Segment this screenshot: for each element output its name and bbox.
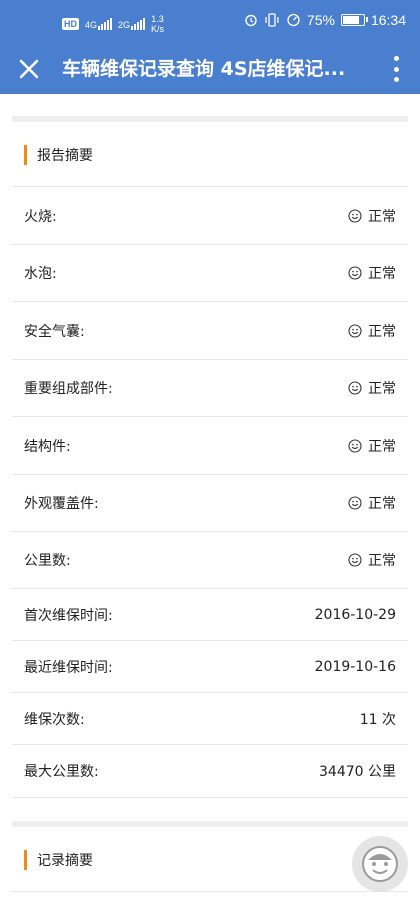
summary-value: 正常 <box>348 321 396 341</box>
app-bar: 车辆维保记录查询 4S店维保记... <box>0 44 420 94</box>
summary-label: 外观覆盖件: <box>24 496 99 512</box>
summary-row: 结构件: 正常 <box>12 417 408 475</box>
summary-row: 安全气囊: 正常 <box>12 302 408 360</box>
summary-value: 2019-10-16 <box>315 659 396 675</box>
vibrate-icon <box>265 13 279 27</box>
smile-icon <box>348 266 362 280</box>
hd-badge: HD <box>62 18 79 30</box>
summary-value-text: 2019-10-16 <box>314 658 396 675</box>
summary-value-text: 正常 <box>368 381 396 397</box>
summary-value-text: 正常 <box>368 496 396 512</box>
signal-bars-icon <box>131 18 146 30</box>
summary-label: 最近维保时间: <box>24 659 113 676</box>
summary-value-text: 正常 <box>368 438 396 455</box>
summary-value-text: 正常 <box>368 266 396 282</box>
smile-icon <box>348 323 362 338</box>
signal-2g-label: 2G <box>118 20 131 30</box>
summary-row: 最大公里数: 34470 公里 <box>12 745 408 798</box>
section-accent-bar <box>24 850 27 870</box>
section-accent-bar <box>24 145 27 165</box>
data-saver-icon <box>287 13 300 27</box>
smile-icon <box>348 553 362 567</box>
report-content[interactable]: 报告摘要 火烧: 正常 水泡: 正常 安全气囊: 正常 重要组成部件: 正常 结构件: 正常 外观覆… <box>0 94 420 898</box>
summary-label: 安全气囊: <box>24 323 85 340</box>
summary-row: 首次维保时间: 2016-10-29 <box>12 589 408 641</box>
summary-label: 火烧: <box>24 208 57 225</box>
summary-value-text: 正常 <box>368 553 396 569</box>
summary-value: 11 次 <box>360 709 396 729</box>
assistant-face-icon <box>362 846 398 882</box>
summary-row: 水泡: 正常 <box>12 245 408 302</box>
summary-row: 公里数: 正常 <box>12 532 408 589</box>
more-menu-button[interactable] <box>392 56 400 82</box>
summary-value-text: 11 次 <box>359 711 396 728</box>
page-title: 车辆维保记录查询 4S店维保记... <box>62 58 346 80</box>
status-bar: HD 4G 2G 1.3 K/s 75% 16:34 <box>0 0 420 44</box>
status-left: HD 4G 2G 1.3 K/s <box>62 14 164 34</box>
summary-row: 维保次数: 11 次 <box>12 693 408 745</box>
summary-value: 正常 <box>348 378 396 398</box>
summary-row: 火烧: 正常 <box>12 187 408 245</box>
battery-percent: 75% <box>306 12 335 28</box>
summary-value: 2016-10-29 <box>315 607 396 623</box>
section-title: 记录摘要 <box>37 853 93 869</box>
section-divider <box>12 821 408 827</box>
smile-icon <box>348 438 362 453</box>
summary-value-text: 34470 公里 <box>319 764 396 780</box>
summary-label: 水泡: <box>24 266 57 282</box>
signal-bars-icon <box>98 18 113 30</box>
summary-value-text: 2016-10-29 <box>314 606 396 623</box>
assistant-floating-button[interactable] <box>352 836 408 892</box>
summary-value: 正常 <box>348 550 396 570</box>
smile-icon <box>348 381 362 395</box>
smile-icon <box>348 496 362 510</box>
smile-icon <box>348 208 362 223</box>
signal-4g-label: 4G <box>85 20 98 30</box>
summary-label: 首次维保时间: <box>24 607 113 624</box>
battery-icon <box>340 14 368 26</box>
section-title: 报告摘要 <box>37 148 93 164</box>
summary-value: 正常 <box>348 206 396 226</box>
alarm-icon <box>245 14 257 27</box>
clock: 16:34 <box>370 12 406 28</box>
summary-value: 正常 <box>348 493 396 513</box>
net-speed-value: 1.3 <box>151 14 164 24</box>
summary-label: 重要组成部件: <box>24 381 113 397</box>
summary-label: 维保次数: <box>24 711 85 728</box>
summary-value-text: 正常 <box>368 323 396 340</box>
section-divider <box>12 116 408 122</box>
close-button[interactable] <box>16 56 42 82</box>
summary-row: 最近维保时间: 2019-10-16 <box>12 641 408 693</box>
summary-label: 最大公里数: <box>24 764 99 780</box>
section-header-report-summary: 报告摘要 <box>12 124 408 187</box>
close-icon <box>19 59 39 79</box>
summary-row: 外观覆盖件: 正常 <box>12 475 408 532</box>
summary-label: 结构件: <box>24 438 71 455</box>
section-header-record-summary: 记录摘要 <box>12 829 408 892</box>
net-speed: 1.3 K/s <box>151 14 164 34</box>
battery-fill <box>342 16 360 24</box>
signal-4g: 4G <box>85 18 113 30</box>
summary-value: 正常 <box>348 436 396 456</box>
summary-value: 34470 公里 <box>319 761 396 781</box>
status-right: 75% 16:34 <box>244 12 406 28</box>
summary-row: 重要组成部件: 正常 <box>12 360 408 417</box>
more-vert-icon <box>393 56 399 61</box>
summary-value-text: 正常 <box>368 208 396 225</box>
summary-label: 公里数: <box>24 553 71 569</box>
net-speed-unit: K/s <box>151 24 165 34</box>
summary-value: 正常 <box>348 263 396 283</box>
signal-2g: 2G <box>118 18 146 30</box>
